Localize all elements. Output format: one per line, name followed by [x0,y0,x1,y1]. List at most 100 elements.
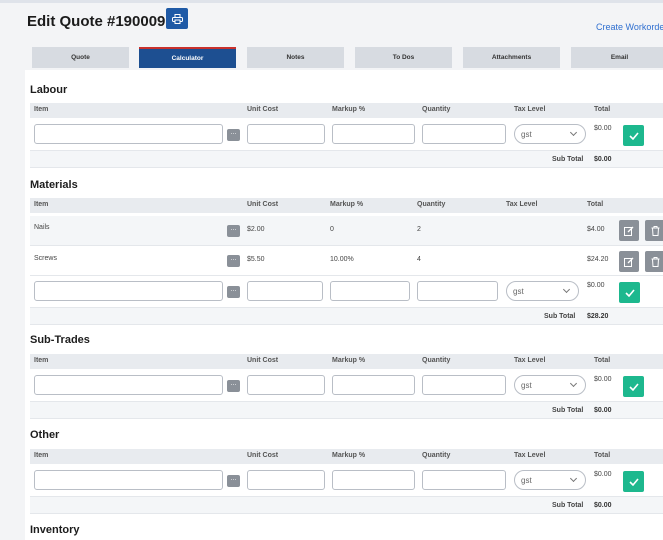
item-picker-button[interactable]: ... [227,225,240,237]
check-icon [628,131,639,140]
delete-button[interactable] [645,220,663,241]
unit-cost-input[interactable] [247,470,325,490]
col-tax-level: Tax Level [514,357,546,364]
col-tax-level: Tax Level [506,201,538,208]
subtotal-value: $0.00 [594,502,612,509]
item-input[interactable] [34,375,223,395]
col-unit-cost: Unit Cost [247,452,279,459]
col-quantity: Quantity [417,201,446,208]
row-total: $0.00 [594,471,612,478]
tax-level-select[interactable]: gst [514,124,586,144]
section-title-inventory: Inventory [30,524,80,536]
markup-input[interactable] [332,470,415,490]
col-markup: Markup % [332,357,366,364]
tax-level-value: gst [521,476,532,485]
unit-cost: $5.50 [247,256,265,263]
unit-cost-input[interactable] [247,375,325,395]
add-item-button[interactable] [619,282,640,303]
item-input[interactable] [34,124,223,144]
col-total: Total [594,106,611,113]
col-markup: Markup % [332,106,366,113]
chevron-down-icon [562,285,571,294]
create-workorder-link[interactable]: Create Workorder [596,22,663,32]
subtotal-label: Sub Total [552,502,584,509]
markup-input[interactable] [332,124,415,144]
col-item: Item [34,357,49,364]
col-unit-cost: Unit Cost [247,106,279,113]
section-title-sub-trades: Sub-Trades [30,334,90,346]
tax-level-value: gst [513,287,524,296]
tab-to-dos[interactable]: To Dos [355,47,452,68]
table-header: Item Unit Cost Markup % Quantity Tax Lev… [30,354,663,369]
item-input[interactable] [34,281,223,301]
col-markup: Markup % [332,452,366,459]
item-picker-button[interactable]: ... [227,286,240,298]
col-item: Item [34,452,49,459]
col-unit-cost: Unit Cost [247,357,279,364]
subtotal-label: Sub Total [552,407,584,414]
new-item-row: ... gst $0.00 [30,464,663,497]
quantity-input[interactable] [417,281,498,301]
quantity-input[interactable] [422,375,506,395]
add-item-button[interactable] [623,471,644,492]
add-item-button[interactable] [623,125,644,146]
quantity: 4 [417,256,421,263]
col-quantity: Quantity [422,106,451,113]
col-total: Total [594,357,611,364]
tab-quote[interactable]: Quote [32,47,129,68]
item-picker-button[interactable]: ... [227,255,240,267]
edit-button[interactable] [619,220,639,241]
item-input[interactable] [34,470,223,490]
section-title-materials: Materials [30,179,78,191]
subtotal-row: Sub Total $28.20 [30,308,663,325]
tab-calculator[interactable]: Calculator [139,47,236,68]
markup: 10.00% [330,256,354,263]
row-total: $0.00 [594,376,612,383]
tab-email[interactable]: Email [571,47,663,68]
check-icon [628,477,639,486]
delete-button[interactable] [645,251,663,272]
unit-cost-input[interactable] [247,124,325,144]
tab-notes[interactable]: Notes [247,47,344,68]
quantity-input[interactable] [422,124,506,144]
quantity: 2 [417,226,421,233]
tax-level-value: gst [521,381,532,390]
subtotal-value: $0.00 [594,156,612,163]
tax-level-select[interactable]: gst [514,375,586,395]
top-border [0,0,663,3]
chevron-down-icon [569,128,578,137]
unit-cost: $2.00 [247,226,265,233]
printer-icon [171,13,183,24]
item-name: Nails [34,224,50,231]
check-icon [624,288,635,297]
item-picker-button[interactable]: ... [227,380,240,392]
row-total: $4.00 [587,226,605,233]
edit-button[interactable] [619,251,639,272]
col-markup: Markup % [330,201,364,208]
new-item-row: ... gst $0.00 [30,276,663,308]
subtotal-value: $0.00 [594,407,612,414]
chevron-down-icon [569,474,578,483]
subtotal-row: Sub Total $0.00 [30,497,663,514]
quantity-input[interactable] [422,470,506,490]
col-quantity: Quantity [422,357,451,364]
subtotal-label: Sub Total [552,156,584,163]
print-button[interactable] [166,8,188,29]
tax-level-select[interactable]: gst [514,470,586,490]
subtotal-row: Sub Total $0.00 [30,402,663,419]
subtotal-label: Sub Total [544,313,576,320]
trash-icon [651,256,659,267]
row-total: $0.00 [594,125,612,132]
markup-input[interactable] [332,375,415,395]
col-tax-level: Tax Level [514,106,546,113]
add-item-button[interactable] [623,376,644,397]
edit-icon [624,226,634,236]
tax-level-select[interactable]: gst [506,281,579,301]
unit-cost-input[interactable] [247,281,323,301]
row-total: $0.00 [587,282,605,289]
tab-attachments[interactable]: Attachments [463,47,560,68]
subtotal-row: Sub Total $0.00 [30,151,663,168]
markup-input[interactable] [330,281,410,301]
item-picker-button[interactable]: ... [227,129,240,141]
item-picker-button[interactable]: ... [227,475,240,487]
